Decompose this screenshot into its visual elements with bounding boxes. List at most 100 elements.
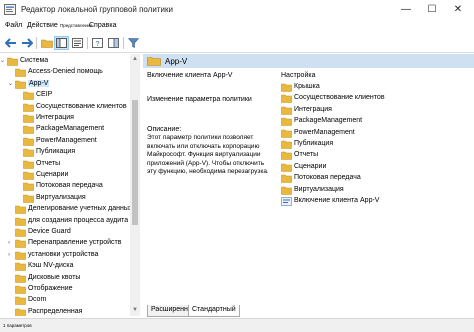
settings-folder-row[interactable]: Виртуализация [281, 185, 471, 196]
tree-item-label: Сосуществование клиентов [36, 102, 127, 110]
tree-item[interactable]: ⌄ App-V [0, 79, 130, 90]
expand-toggle-icon[interactable]: › [8, 252, 14, 258]
tree-item[interactable]: PackageManagement [0, 124, 130, 135]
setting-label: Включение клиента App-V [294, 197, 380, 204]
tree-item[interactable]: Отчеты [0, 159, 130, 170]
scroll-up-icon[interactable]: ▲ [132, 56, 138, 62]
window-title: Редактор локальной групповой политики [21, 5, 173, 14]
settings-folder-row[interactable]: Крышка [281, 82, 471, 93]
scroll-down-icon[interactable]: ▼ [132, 307, 138, 313]
tree-item[interactable]: Device Guard [0, 227, 130, 238]
setting-label: Публикация [294, 140, 334, 147]
policy-setting-row[interactable]: Включение клиента App-V [281, 196, 471, 207]
tree-item-label: Device Guard [28, 228, 71, 235]
description-label: Описание: [147, 126, 182, 133]
maximize-button[interactable]: ☐ [421, 2, 443, 18]
folder-icon [23, 137, 34, 146]
close-button[interactable]: ✕ [447, 2, 469, 18]
folder-icon [15, 228, 26, 237]
folder-icon [23, 171, 34, 180]
console-tree-icon [56, 38, 67, 48]
expand-toggle-icon[interactable]: ⌄ [0, 58, 6, 64]
tree-item[interactable]: PowerManagement [0, 136, 130, 147]
tree-item[interactable]: Распределенная [0, 307, 130, 316]
folder-icon [23, 126, 34, 135]
tree-item-label: App-V [28, 79, 50, 87]
filter-button[interactable] [126, 36, 141, 50]
tree-item-label: Публикация [36, 148, 76, 156]
settings-folder-row[interactable]: Потоковая передача [281, 173, 471, 184]
properties-button[interactable] [70, 36, 85, 50]
folder-icon [15, 308, 26, 316]
folder-icon [15, 217, 26, 226]
settings-folder-row[interactable]: Отчеты [281, 150, 471, 161]
expand-toggle-icon[interactable]: › [8, 240, 14, 246]
folder-icon [15, 297, 26, 306]
tree-item[interactable]: Публикация [0, 147, 130, 158]
tree-item-label: для создания процесса аудита [28, 216, 129, 224]
menu-file[interactable]: Файл [5, 22, 22, 29]
settings-folder-row[interactable]: Сценарии [281, 162, 471, 173]
tree-item[interactable]: Виртуализация [0, 193, 130, 204]
tree-item[interactable]: Отображение [0, 284, 130, 295]
setting-label: Сценарии [294, 162, 327, 170]
tree-item-label: CEIP [36, 91, 53, 99]
tree-item[interactable]: Access-Denied помощь [0, 67, 130, 78]
show-hide-tree-button[interactable] [54, 36, 69, 50]
tree-item-label: Сценарии [36, 171, 69, 178]
folder-icon [281, 117, 292, 126]
view-pane-icon [108, 38, 119, 48]
folder-icon [281, 163, 292, 172]
tree-item[interactable]: Дисковые квоты [0, 273, 130, 284]
tree-item-label: Dcom [28, 296, 47, 304]
tree-item[interactable]: Потоковая передача [0, 181, 130, 192]
details-pane: App-V Включение клиента App-V Изменение … [143, 54, 474, 316]
folder-icon [281, 129, 292, 138]
toolbar-separator [87, 37, 88, 49]
back-button[interactable] [3, 36, 18, 50]
tree-item[interactable]: Делегирование учетных данных [0, 204, 132, 215]
tree-item[interactable]: › Перенаправление устройств [0, 238, 130, 249]
tree-item-label: Кэш NV-диска [28, 262, 74, 270]
properties-icon [72, 38, 83, 48]
tree-item[interactable]: Интеграция [0, 113, 130, 124]
menu-view[interactable]: Представление [60, 23, 92, 28]
tree-scroll-thumb[interactable] [132, 100, 138, 225]
up-folder-button[interactable] [39, 36, 54, 50]
tree-item[interactable]: CEIP [0, 90, 130, 101]
folder-icon [281, 174, 292, 183]
setting-label: Интеграция [294, 105, 332, 113]
tree-item[interactable]: Кэш NV-диска [0, 261, 130, 272]
forward-arrow-icon [21, 38, 33, 48]
folder-icon [23, 194, 34, 203]
tree-scrollbar[interactable]: ▲ ▼ [130, 54, 140, 316]
tree-item[interactable]: Сосуществование клиентов [0, 102, 130, 113]
settings-folder-row[interactable]: Сосуществование клиентов [281, 93, 471, 104]
minimize-button[interactable]: — [395, 2, 417, 18]
back-arrow-icon [4, 38, 16, 48]
menu-action[interactable]: Действие [27, 22, 58, 29]
tree-item[interactable]: для создания процесса аудита [0, 216, 130, 227]
folder-icon [23, 91, 34, 100]
details-header: App-V [143, 54, 474, 68]
status-bar: 1 параметров [0, 318, 474, 332]
settings-column-header[interactable]: Настройка [281, 72, 315, 79]
tree-item[interactable]: Сценарии [0, 170, 130, 181]
extended-view-button[interactable] [106, 36, 121, 50]
forward-button[interactable] [19, 36, 34, 50]
description-text: Этот параметр политики позволяет включат… [147, 134, 269, 176]
tab-standard[interactable]: Стандартный [188, 305, 240, 317]
expand-toggle-icon[interactable]: ⌄ [8, 81, 14, 87]
help-button[interactable]: ? [90, 36, 105, 50]
settings-folder-row[interactable]: PackageManagement [281, 116, 471, 127]
menu-help[interactable]: Справка [89, 22, 116, 29]
folder-icon [281, 83, 292, 92]
tree-item-label: Виртуализация [36, 193, 86, 201]
edit-policy-link[interactable]: Изменение параметра политики [147, 96, 252, 104]
settings-folder-row[interactable]: PowerManagement [281, 128, 471, 139]
tree-item[interactable]: ⌄ Система [0, 56, 130, 67]
tree-item[interactable]: Dcom [0, 295, 130, 306]
tree-item[interactable]: › установки устройства [0, 250, 130, 261]
settings-folder-row[interactable]: Публикация [281, 139, 471, 150]
settings-folder-row[interactable]: Интеграция [281, 105, 471, 116]
